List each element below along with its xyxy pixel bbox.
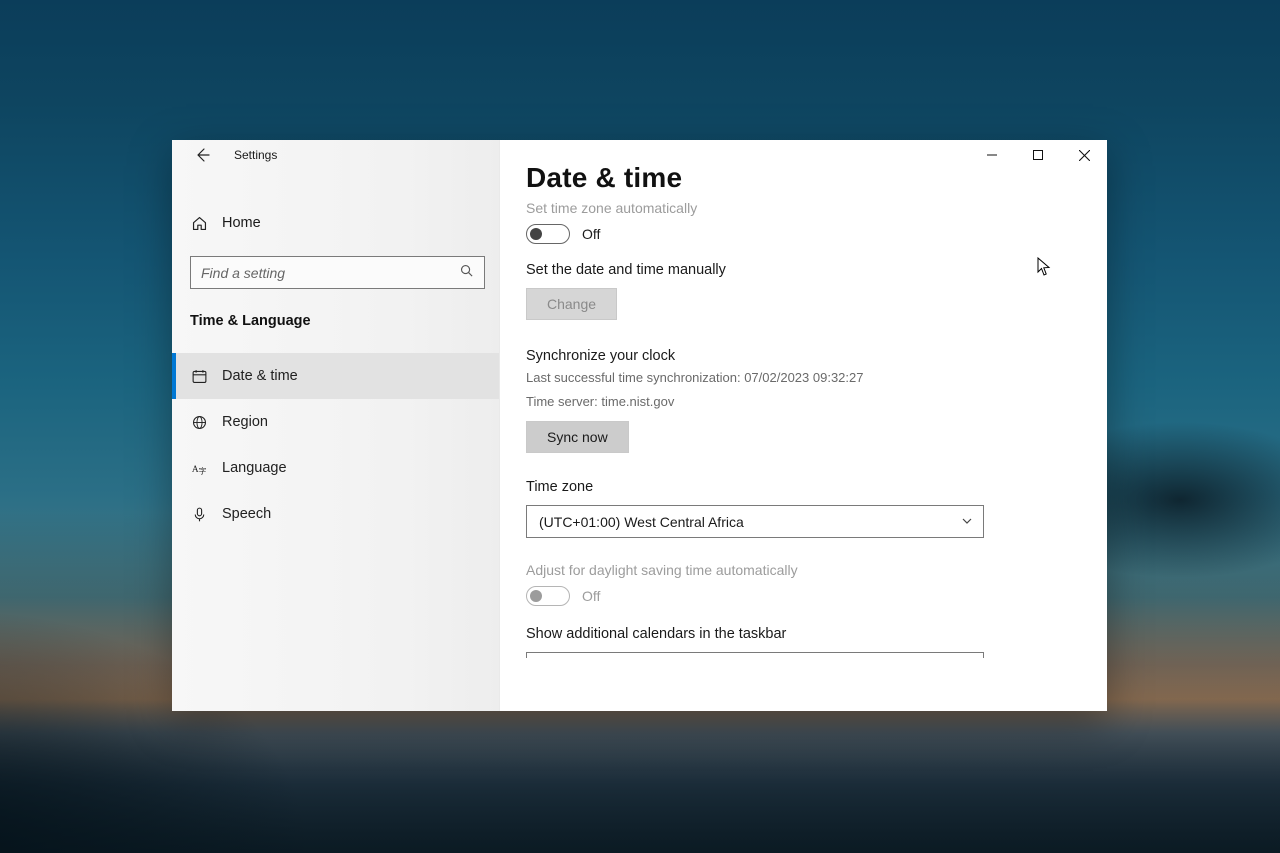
additional-calendars-dropdown[interactable] [526, 652, 984, 658]
auto-timezone-label: Set time zone automatically [526, 200, 1081, 216]
search-input[interactable] [201, 265, 459, 281]
sync-heading: Synchronize your clock [526, 348, 1081, 364]
minimize-button[interactable] [969, 140, 1015, 170]
search-box[interactable] [190, 256, 485, 289]
page-body: Date & time Set time zone automatically … [500, 140, 1107, 711]
search-container [172, 244, 499, 295]
home-icon [190, 214, 208, 232]
sidebar-nav: Date & time Region A字 Language Speech [172, 353, 499, 537]
content-pane: Date & time Set time zone automatically … [500, 140, 1107, 711]
microphone-icon [190, 505, 208, 523]
sync-server: Time server: time.nist.gov [526, 392, 1081, 412]
window-controls [969, 140, 1107, 170]
search-icon [459, 263, 474, 283]
manual-datetime-label: Set the date and time manually [526, 262, 1081, 278]
language-icon: A字 [190, 459, 208, 477]
sync-last-success: Last successful time synchronization: 07… [526, 368, 1081, 388]
sync-now-button[interactable]: Sync now [526, 421, 629, 453]
titlebar-left: Settings [172, 140, 499, 170]
sidebar-item-label: Date & time [222, 368, 298, 384]
sidebar-item-label: Language [222, 460, 287, 476]
close-button[interactable] [1061, 140, 1107, 170]
change-button[interactable]: Change [526, 288, 617, 320]
home-nav[interactable]: Home [172, 202, 499, 244]
dst-state: Off [582, 588, 600, 604]
sidebar-category: Time & Language [172, 295, 499, 339]
sidebar-item-label: Region [222, 414, 268, 430]
dst-toggle [526, 586, 570, 606]
sidebar-item-date-time[interactable]: Date & time [172, 353, 499, 399]
sidebar-item-language[interactable]: A字 Language [172, 445, 499, 491]
settings-window: Settings Home Time & Language Date & [172, 140, 1107, 711]
timezone-dropdown[interactable]: (UTC+01:00) West Central Africa [526, 505, 984, 538]
sidebar: Settings Home Time & Language Date & [172, 140, 500, 711]
sidebar-item-label: Speech [222, 506, 271, 522]
back-button[interactable] [190, 143, 214, 167]
chevron-down-icon [961, 514, 973, 530]
svg-text:A: A [191, 464, 198, 474]
sync-now-label: Sync now [547, 429, 608, 445]
auto-timezone-toggle[interactable] [526, 224, 570, 244]
window-title: Settings [234, 148, 277, 162]
svg-text:字: 字 [198, 465, 206, 475]
sidebar-item-speech[interactable]: Speech [172, 491, 499, 537]
arrow-left-icon [194, 147, 210, 163]
timezone-label: Time zone [526, 479, 1081, 495]
dst-label: Adjust for daylight saving time automati… [526, 562, 1081, 578]
timezone-value: (UTC+01:00) West Central Africa [539, 514, 744, 530]
globe-icon [190, 413, 208, 431]
additional-calendars-label: Show additional calendars in the taskbar [526, 626, 1081, 642]
home-label: Home [222, 215, 261, 231]
sidebar-item-region[interactable]: Region [172, 399, 499, 445]
calendar-clock-icon [190, 367, 208, 385]
change-button-label: Change [547, 296, 596, 312]
maximize-button[interactable] [1015, 140, 1061, 170]
auto-timezone-state: Off [582, 226, 600, 242]
